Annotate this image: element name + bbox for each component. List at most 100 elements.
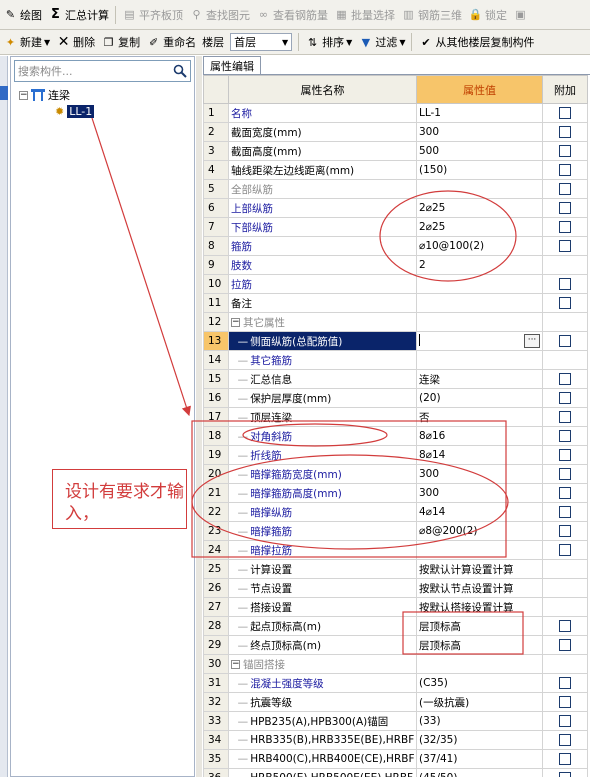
- property-value[interactable]: ⌀8@200(2): [416, 521, 543, 541]
- property-value[interactable]: 2⌀25: [416, 198, 543, 218]
- table-row[interactable]: 5 全部纵筋: [203, 179, 588, 199]
- property-value[interactable]: (C35): [416, 673, 543, 693]
- extra-checkbox[interactable]: [559, 297, 571, 309]
- table-row[interactable]: 7 下部纵筋 2⌀25: [203, 217, 588, 237]
- sort-button[interactable]: ⇅ 排序 ▼: [302, 30, 355, 54]
- property-value[interactable]: 按默认搭接设置计算: [416, 597, 543, 617]
- summary-calc-button[interactable]: Σ 汇总计算: [45, 0, 112, 29]
- extra-checkbox[interactable]: [559, 430, 571, 442]
- table-row[interactable]: 23 — 暗撑箍筋 ⌀8@200(2): [203, 521, 588, 541]
- table-row[interactable]: 19 — 折线筋 8⌀14: [203, 445, 588, 465]
- table-row[interactable]: 1 名称 LL-1: [203, 103, 588, 123]
- property-value[interactable]: [416, 350, 543, 370]
- table-row[interactable]: 33 — HPB235(A),HPB300(A)锚固 (33): [203, 711, 588, 731]
- more-icon[interactable]: ▣: [510, 0, 533, 29]
- table-row[interactable]: 34 — HRB335(B),HRB335E(BE),HRBF (32/35): [203, 730, 588, 750]
- extra-checkbox[interactable]: [559, 620, 571, 632]
- table-row[interactable]: 13 — 侧面纵筋(总配筋值) ···: [203, 331, 588, 351]
- property-value[interactable]: 2⌀25: [416, 217, 543, 237]
- property-value[interactable]: 2: [416, 255, 543, 275]
- property-value[interactable]: (32/35): [416, 730, 543, 750]
- property-value[interactable]: [416, 293, 543, 313]
- table-row[interactable]: 20 — 暗撑箍筋宽度(mm) 300: [203, 464, 588, 484]
- table-row[interactable]: 18 — 对角斜筋 8⌀16: [203, 426, 588, 446]
- table-row[interactable]: 8 箍筋 ⌀10@100(2): [203, 236, 588, 256]
- extra-checkbox[interactable]: [559, 373, 571, 385]
- table-row[interactable]: 27 — 搭接设置 按默认搭接设置计算: [203, 597, 588, 617]
- property-value[interactable]: 8⌀14: [416, 445, 543, 465]
- table-row[interactable]: 22 — 暗撑纵筋 4⌀14: [203, 502, 588, 522]
- extra-checkbox[interactable]: [559, 126, 571, 138]
- property-value[interactable]: ···: [416, 331, 543, 351]
- collapse-icon[interactable]: −: [19, 90, 28, 100]
- table-row[interactable]: 31 — 混凝土强度等级 (C35): [203, 673, 588, 693]
- collapse-icon[interactable]: −: [231, 660, 240, 669]
- property-value[interactable]: (150): [416, 160, 543, 180]
- splitter[interactable]: [196, 56, 202, 777]
- tree-node-ll-1[interactable]: ✹ LL-1: [55, 105, 95, 118]
- extra-checkbox[interactable]: [559, 164, 571, 176]
- extra-checkbox[interactable]: [559, 468, 571, 480]
- search-box[interactable]: 搜索构件...: [14, 60, 191, 82]
- batch-select-button[interactable]: ▦ 批量选择: [331, 0, 398, 29]
- property-value[interactable]: 500: [416, 141, 543, 161]
- extra-checkbox[interactable]: [559, 753, 571, 765]
- table-row[interactable]: 11 备注: [203, 293, 588, 313]
- property-value[interactable]: [416, 274, 543, 294]
- floor-select[interactable]: 首层 ▼: [230, 33, 293, 51]
- property-value[interactable]: 按默认计算设置计算: [416, 559, 543, 579]
- search-input[interactable]: 搜索构件...: [15, 63, 170, 79]
- extra-checkbox[interactable]: [559, 525, 571, 537]
- view-rebar-button[interactable]: ∞ 查看钢筋量: [253, 0, 331, 29]
- table-row[interactable]: 21 — 暗撑箍筋高度(mm) 300: [203, 483, 588, 503]
- table-row[interactable]: 16 — 保护层厚度(mm) (20): [203, 388, 588, 408]
- extra-checkbox[interactable]: [559, 487, 571, 499]
- extra-checkbox[interactable]: [559, 715, 571, 727]
- property-value[interactable]: 层顶标高: [416, 635, 543, 655]
- property-value[interactable]: 按默认节点设置计算: [416, 578, 543, 598]
- table-row[interactable]: 9 肢数 2: [203, 255, 588, 275]
- draw-button[interactable]: ✎ 绘图: [0, 0, 45, 29]
- search-icon[interactable]: [170, 61, 190, 81]
- table-row[interactable]: 30− 锚固搭接: [203, 654, 588, 674]
- filter-button[interactable]: ▼ 过滤 ▼: [355, 30, 408, 54]
- property-value[interactable]: 300: [416, 122, 543, 142]
- extra-checkbox[interactable]: [559, 734, 571, 746]
- table-row[interactable]: 32 — 抗震等级 (一级抗震): [203, 692, 588, 712]
- table-row[interactable]: 28 — 起点顶标高(m) 层顶标高: [203, 616, 588, 636]
- new-button[interactable]: ✦ 新建 ▼: [0, 30, 53, 54]
- property-value[interactable]: (45/50): [416, 768, 543, 777]
- property-value[interactable]: 连梁: [416, 369, 543, 389]
- property-value[interactable]: (一级抗震): [416, 692, 543, 712]
- extra-checkbox[interactable]: [559, 696, 571, 708]
- align-slab-top-button[interactable]: ▤ 平齐板顶: [119, 0, 186, 29]
- extra-checkbox[interactable]: [559, 107, 571, 119]
- extra-checkbox[interactable]: [559, 772, 571, 777]
- extra-checkbox[interactable]: [559, 335, 571, 347]
- extra-checkbox[interactable]: [559, 278, 571, 290]
- property-value[interactable]: 4⌀14: [416, 502, 543, 522]
- table-row[interactable]: 25 — 计算设置 按默认计算设置计算: [203, 559, 588, 579]
- copy-from-floor-button[interactable]: ✔ 从其他楼层复制构件: [415, 30, 537, 54]
- table-row[interactable]: 2 截面宽度(mm) 300: [203, 122, 588, 142]
- property-value[interactable]: ⌀10@100(2): [416, 236, 543, 256]
- extra-checkbox[interactable]: [559, 145, 571, 157]
- property-value[interactable]: LL-1: [416, 103, 543, 123]
- table-row[interactable]: 26 — 节点设置 按默认节点设置计算: [203, 578, 588, 598]
- property-value[interactable]: [416, 654, 543, 674]
- rebar-3d-button[interactable]: ▥ 钢筋三维: [398, 0, 465, 29]
- property-value[interactable]: (33): [416, 711, 543, 731]
- table-row[interactable]: 12− 其它属性: [203, 312, 588, 332]
- tree-node-lianliang[interactable]: − 连梁: [19, 87, 70, 103]
- table-row[interactable]: 4 轴线距梁左边线距离(mm) (150): [203, 160, 588, 180]
- extra-checkbox[interactable]: [559, 506, 571, 518]
- delete-button[interactable]: ✕ 删除: [53, 30, 98, 54]
- table-row[interactable]: 10 拉筋: [203, 274, 588, 294]
- table-row[interactable]: 3 截面高度(mm) 500: [203, 141, 588, 161]
- extra-checkbox[interactable]: [559, 639, 571, 651]
- property-value[interactable]: [416, 540, 543, 560]
- property-value[interactable]: (37/41): [416, 749, 543, 769]
- property-value[interactable]: [416, 312, 543, 332]
- extra-checkbox[interactable]: [559, 183, 571, 195]
- tab-property-edit[interactable]: 属性编辑: [203, 56, 261, 74]
